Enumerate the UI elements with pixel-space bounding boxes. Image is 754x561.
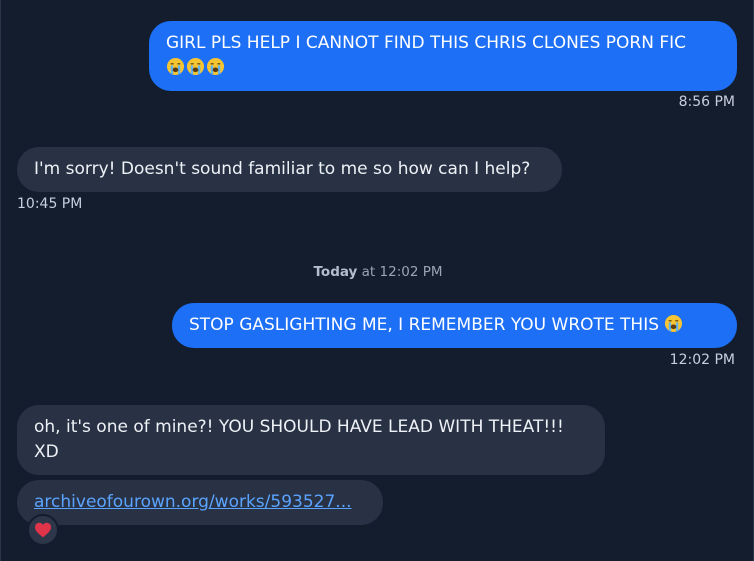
day-separator-day: Today — [313, 264, 358, 280]
crying-face-icon — [206, 57, 225, 76]
message-text: GIRL PLS HELP I CANNOT FIND THIS CHRIS C… — [166, 33, 687, 53]
message-timestamp: 12:02 PM — [669, 352, 735, 368]
message-bubble-outgoing[interactable]: GIRL PLS HELP I CANNOT FIND THIS CHRIS C… — [149, 21, 737, 91]
crying-face-icon — [186, 57, 205, 76]
message-bubble-incoming[interactable]: I'm sorry! Doesn't sound familiar to me … — [17, 147, 562, 192]
conversation-thread: GIRL PLS HELP I CANNOT FIND THIS CHRIS C… — [0, 0, 754, 561]
message-timestamp: 8:56 PM — [678, 94, 735, 110]
reaction-badge[interactable] — [27, 514, 59, 546]
crying-face-emoji-group — [166, 57, 226, 78]
message-text: I'm sorry! Doesn't sound familiar to me … — [34, 159, 531, 179]
crying-face-icon — [166, 57, 185, 76]
heart-icon — [35, 522, 51, 538]
message-text: STOP GASLIGHTING ME, I REMEMBER YOU WROT… — [189, 315, 660, 335]
message-text: oh, it's one of mine?! YOU SHOULD HAVE L… — [34, 417, 564, 462]
day-separator-time: at 12:02 PM — [361, 264, 443, 280]
fic-link[interactable]: archiveofourown.org/works/593527... — [34, 492, 352, 512]
message-timestamp: 10:45 PM — [17, 196, 83, 212]
crying-face-icon — [665, 314, 683, 333]
message-bubble-incoming-link[interactable]: archiveofourown.org/works/593527... — [17, 480, 383, 525]
message-bubble-incoming[interactable]: oh, it's one of mine?! YOU SHOULD HAVE L… — [17, 405, 605, 475]
message-bubble-outgoing[interactable]: STOP GASLIGHTING ME, I REMEMBER YOU WROT… — [172, 303, 737, 348]
day-separator: Today at 12:02 PM — [1, 264, 754, 280]
